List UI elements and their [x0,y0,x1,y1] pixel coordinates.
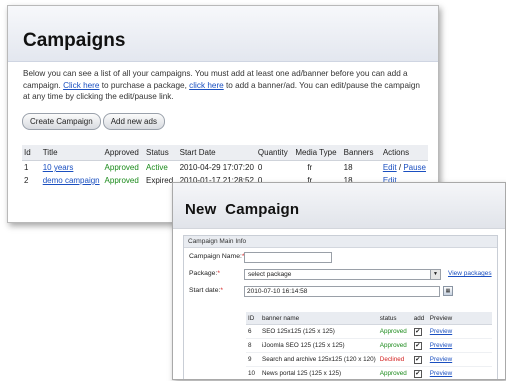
cell-status: Active [146,163,168,172]
table-header-row: Id Title Approved Status Start Date Quan… [22,145,428,161]
banner-id: 9 [246,352,260,367]
banner-status: Declined [377,352,412,367]
banner-status: Approved [377,338,412,353]
intro-part2: to purchase a package, [99,80,190,90]
col-media-type: Media Type [293,145,342,161]
preview-link[interactable]: Preview [430,342,452,349]
required-mark: * [220,287,224,294]
view-packages-link[interactable]: View packages [448,270,492,277]
preview-link[interactable]: Preview [430,370,452,377]
cell-approved: Approved [104,176,139,185]
campaigns-table: Id Title Approved Status Start Date Quan… [22,145,428,187]
col-banner-preview: Preview [427,312,492,325]
campaign-main-info-section: Campaign Main Info Campaign Name:* Packa… [183,235,498,379]
banner-name: iJoomla SEO 125 (125 x 125) [260,338,378,353]
add-checkbox[interactable]: ✔ [413,355,422,364]
table-row: 8 iJoomla SEO 125 (125 x 125) Approved ✔… [246,338,492,353]
start-date-label-text: Start date: [189,287,221,294]
cell-start-date: 2010-04-29 17:07:20 [179,163,254,172]
col-quantity: Quantity [255,145,294,161]
col-actions: Actions [380,145,428,161]
campaign-name-label-text: Campaign Name: [189,253,242,260]
banner-status: Approved [377,366,412,379]
banner-status: Approved [377,324,412,339]
col-status: Status [144,145,178,161]
cell-media-type: fr [307,163,313,172]
campaign-name-input[interactable] [244,252,332,263]
col-banners: Banners [341,145,381,161]
cell-banners: 18 [343,163,353,172]
cell-id: 1 [24,163,29,172]
col-approved: Approved [102,145,145,161]
col-banner-id: ID [246,312,260,325]
preview-link[interactable]: Preview [430,356,452,363]
cell-id: 2 [24,176,29,185]
cell-quantity: 0 [257,163,263,172]
banner-name: SEO 125x125 (125 x 125) [260,324,378,339]
pause-link[interactable]: Pause [403,163,426,172]
banner-id: 6 [246,324,260,339]
banner-id: 10 [246,366,260,379]
purchase-package-link[interactable]: Click here [63,81,99,90]
button-row: Create Campaign Add new ads [22,111,167,130]
col-id: Id [22,145,41,161]
package-select[interactable]: select package ▼ [244,269,441,280]
create-campaign-button[interactable]: Create Campaign [22,113,101,130]
banner-name: Search and archive 125x125 (120 x 120) [260,352,378,367]
package-select-value: select package [248,271,292,278]
banner-add-cell: ✔ [411,352,428,367]
campaign-title-link[interactable]: demo campaign [43,176,100,185]
new-campaign-title: New Campaign [185,201,300,218]
campaign-title-link[interactable]: 10 years [43,163,74,172]
section-title: Campaign Main Info [184,236,497,248]
add-checkbox[interactable]: ✔ [413,327,422,336]
new-campaign-header: New Campaign [173,183,505,229]
table-row: 9 Search and archive 125x125 (120 x 120)… [246,352,492,367]
edit-link[interactable]: Edit [383,163,397,172]
new-campaign-window: New Campaign Campaign Main Info Campaign… [172,182,506,380]
chevron-down-icon: ▼ [430,270,440,279]
package-label-text: Package: [189,270,218,277]
banners-header-row: ID banner name status add Preview [246,312,492,325]
start-date-label: Start date:* [189,287,223,294]
preview-link[interactable]: Preview [430,328,452,335]
banner-id: 8 [246,338,260,353]
banner-add-cell: ✔ [411,366,428,379]
col-title: Title [40,145,103,161]
banner-add-cell: ✔ [411,324,428,339]
package-label: Package:* [189,270,220,277]
banners-table: ID banner name status add Preview 6 SEO … [246,312,492,379]
cell-approved: Approved [104,163,139,172]
campaign-name-label: Campaign Name:* [189,253,245,260]
banner-name: News portal 125 (125 x 125) [260,366,378,379]
page-title: Campaigns [23,30,126,51]
add-new-ads-button[interactable]: Add new ads [102,113,165,130]
add-checkbox[interactable]: ✔ [413,369,422,378]
start-date-input[interactable]: 2010-07-10 16:14:58 [244,286,440,297]
cell-actions: Edit / Pause [381,161,428,175]
col-banner-add: add [411,312,428,325]
col-banner-status: status [377,312,412,325]
col-start-date: Start Date [177,145,256,161]
required-mark: * [217,270,220,277]
add-banner-link[interactable]: click here [189,81,224,90]
table-row: 6 SEO 125x125 (125 x 125) Approved ✔ Pre… [246,324,492,339]
add-checkbox[interactable]: ✔ [413,341,422,350]
intro-text: Below you can see a list of all your cam… [23,68,429,103]
table-row: 10 News portal 125 (125 x 125) Approved … [246,366,492,379]
banner-add-cell: ✔ [411,338,428,353]
col-banner-name: banner name [260,312,378,325]
table-row: 1 10 years Approved Active 2010-04-29 17… [22,161,428,175]
campaigns-header: Campaigns [8,6,438,62]
calendar-icon[interactable]: ▦ [443,286,453,296]
